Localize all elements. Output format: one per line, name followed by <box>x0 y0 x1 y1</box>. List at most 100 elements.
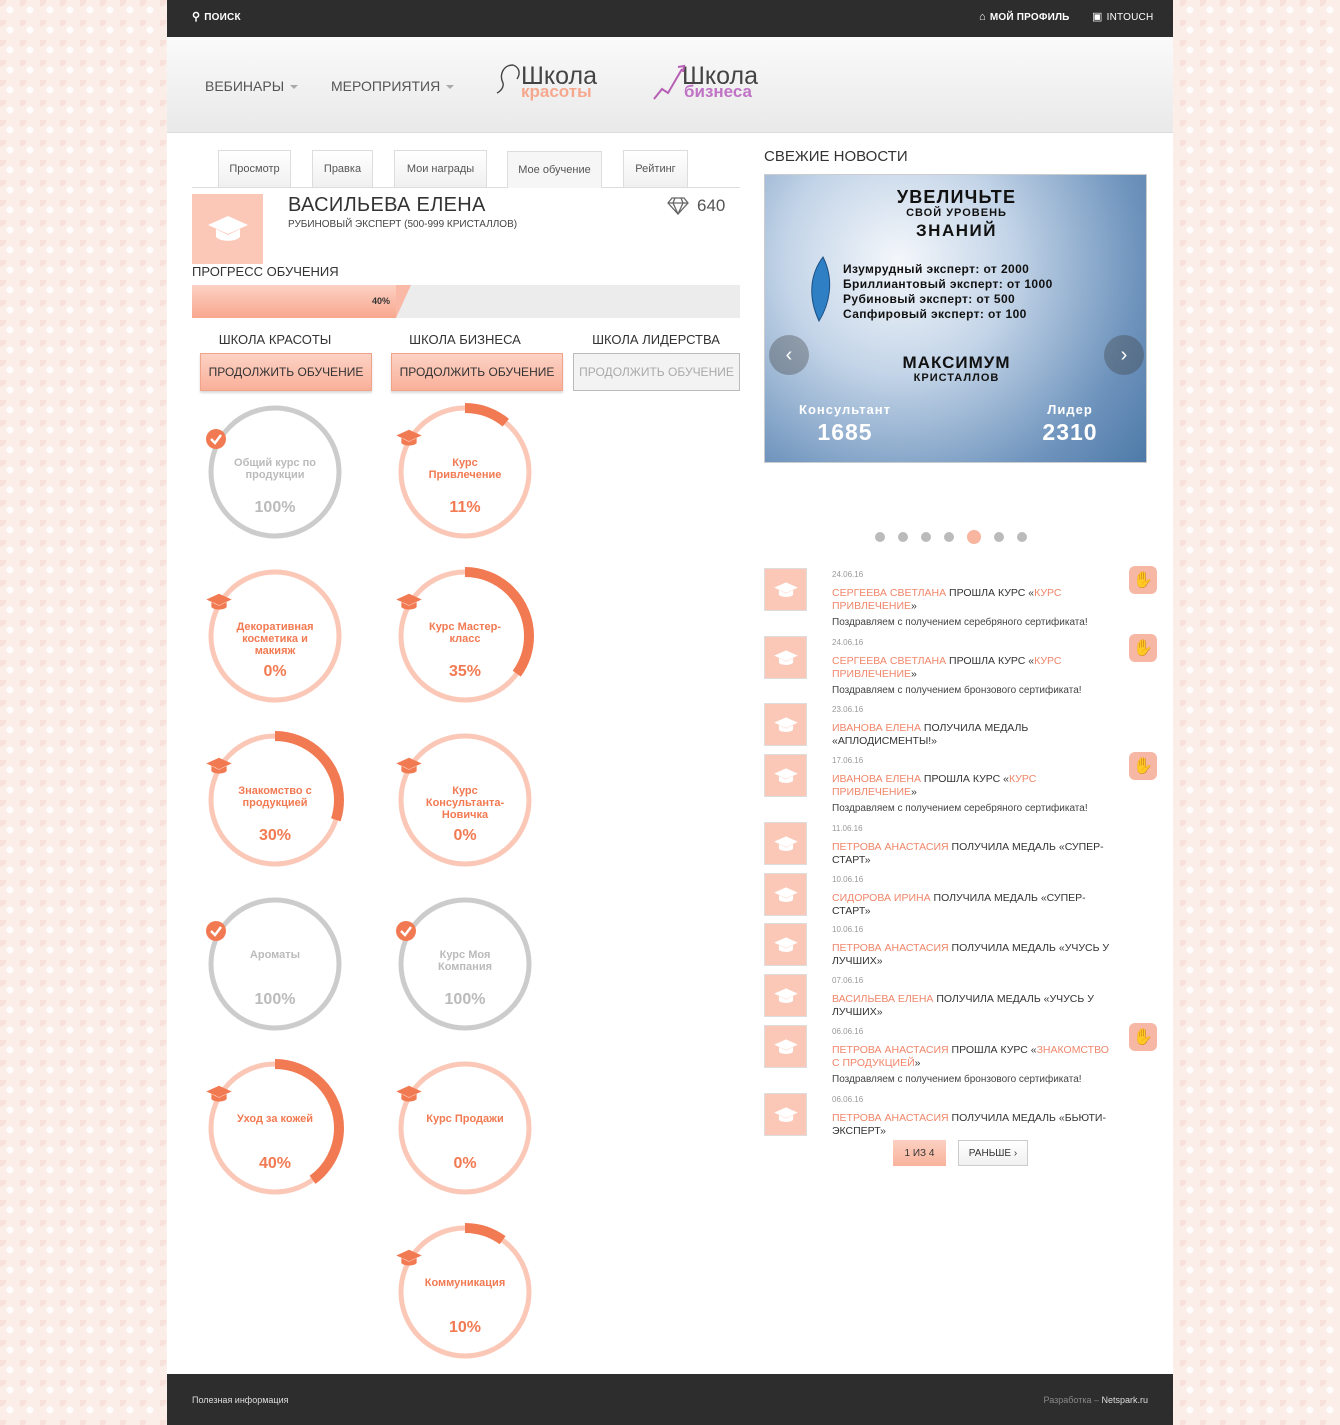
feed-user-link[interactable]: СИДОРОВА ИРИНА <box>832 892 931 904</box>
avatar[interactable] <box>764 873 807 916</box>
applause-badge[interactable]: ✋ <box>1129 752 1157 780</box>
external-link-icon: ▣ <box>1092 11 1103 23</box>
course-circle[interactable]: Курс Моя Компания 100% <box>395 894 535 1034</box>
slider-dot[interactable] <box>944 532 954 542</box>
tab-my-learning[interactable]: Мое обучение <box>507 151 602 188</box>
course-name: Уход за кожей <box>237 1113 313 1125</box>
slider-prev-button[interactable]: ‹ <box>769 335 809 375</box>
slide-level-2: Бриллиантовый эксперт: от 1000 <box>843 277 1053 291</box>
avatar[interactable] <box>764 923 807 966</box>
course-circle[interactable]: Курс Мастер-класс 35% <box>395 566 535 706</box>
course-name: Курс Консультанта-Новичка <box>425 785 505 821</box>
feed-text: ПЕТРОВА АНАСТАСИЯ ПОЛУЧИЛА МЕДАЛЬ «СУПЕР… <box>832 841 1114 867</box>
course-progress-ring <box>206 1059 344 1197</box>
pager-older-button[interactable]: РАНЬШЕ › <box>958 1140 1028 1166</box>
applause-badge[interactable]: ✋ <box>1129 634 1157 662</box>
avatar[interactable] <box>764 703 807 746</box>
diamond-icon <box>667 197 689 215</box>
feed-date: 10.06.16 <box>832 875 864 884</box>
feed-date: 11.06.16 <box>832 824 863 833</box>
course-name: Курс Моя Компания <box>437 949 492 973</box>
top-bar: ⚲ поиск ⌂ мой профиль ▣ INTOUCH <box>167 0 1173 37</box>
search-icon: ⚲ <box>192 11 201 23</box>
slider-dot[interactable] <box>994 532 1004 542</box>
course-circle[interactable]: Декоративная косметика и макияж 0% <box>205 566 345 706</box>
continue-business-button[interactable]: ПРОДОЛЖИТЬ ОБУЧЕНИЕ <box>391 353 563 391</box>
slider-next-button[interactable]: › <box>1104 335 1144 375</box>
footer-info-link[interactable]: Полезная информация <box>192 1395 288 1405</box>
page: ⚲ поиск ⌂ мой профиль ▣ INTOUCH ВЕБИНАРЫ… <box>167 0 1173 1425</box>
intouch-label: INTOUCH <box>1106 12 1154 23</box>
course-name: Общий курс по продукции <box>234 457 316 481</box>
avatar[interactable] <box>764 1025 807 1068</box>
course-circle[interactable]: Курс Продажи 0% <box>395 1058 535 1198</box>
tab-edit[interactable]: Правка <box>312 150 373 187</box>
profile-link[interactable]: ⌂ мой профиль <box>979 12 1070 24</box>
feed-user-link[interactable]: ПЕТРОВА АНАСТАСИЯ <box>832 841 949 853</box>
slider-dot[interactable] <box>898 532 908 542</box>
avatar[interactable] <box>764 636 807 679</box>
course-circle[interactable]: Курс Привлечение 11% <box>395 402 535 542</box>
feed-user-link[interactable]: СЕРГЕЕВА СВЕТЛАНА <box>832 587 946 599</box>
feed-date: 23.06.16 <box>832 705 864 714</box>
course-circle[interactable]: Курс Консультанта-Новичка 0% <box>395 730 535 870</box>
feed-user-link[interactable]: ВАСИЛЬЕВА ЕЛЕНА <box>832 993 933 1005</box>
logo-business-school[interactable]: Школа бизнеса <box>652 64 758 100</box>
avatar[interactable] <box>764 822 807 865</box>
avatar[interactable] <box>764 1093 807 1136</box>
chevron-right-icon: › <box>1120 343 1128 366</box>
slider-dot[interactable] <box>1017 532 1027 542</box>
footer-dev-label: Разработка – <box>1043 1395 1102 1405</box>
intouch-link[interactable]: ▣ INTOUCH <box>1092 11 1154 24</box>
pager-current[interactable]: 1 ИЗ 4 <box>893 1140 946 1166</box>
feed-user-link[interactable]: СЕРГЕЕВА СВЕТЛАНА <box>832 655 946 667</box>
feed-user-link[interactable]: ПЕТРОВА АНАСТАСИЯ <box>832 1112 949 1124</box>
slide-line-1: УВЕЛИЧЬТЕ <box>896 187 1017 207</box>
profile-label: мой профиль <box>989 12 1070 23</box>
slide-level-3: Рубиновый эксперт: от 500 <box>843 292 1016 306</box>
course-circle[interactable]: Общий курс по продукции 100% <box>205 402 345 542</box>
school-title-business: ШКОЛА БИЗНЕСА <box>409 332 521 347</box>
nav-webinars-label: ВЕБИНАРЫ <box>205 78 285 94</box>
continue-beauty-button[interactable]: ПРОДОЛЖИТЬ ОБУЧЕНИЕ <box>200 353 372 391</box>
course-circle[interactable]: Уход за кожей 40% <box>205 1058 345 1198</box>
avatar[interactable] <box>764 974 807 1017</box>
applause-badge[interactable]: ✋ <box>1129 1023 1157 1051</box>
progress-fill <box>192 285 411 318</box>
applause-badge[interactable]: ✋ <box>1129 566 1157 594</box>
nav-events[interactable]: МЕРОПРИЯТИЯ <box>331 78 455 94</box>
crystal-value: 640 <box>697 196 726 215</box>
course-circle[interactable]: Ароматы 100% <box>205 894 345 1034</box>
crystal-count: 640 <box>667 196 725 216</box>
tab-awards[interactable]: Мои награды <box>394 150 487 187</box>
footer-dev-link[interactable]: Netspark.ru <box>1101 1395 1148 1405</box>
course-circle[interactable]: Коммуникация 10% <box>395 1222 535 1362</box>
course-circle[interactable]: Знакомство с продукцией 30% <box>205 730 345 870</box>
progress-title: ПРОГРЕСС ОБУЧЕНИЯ <box>192 264 339 279</box>
graduation-cap-icon <box>773 886 798 902</box>
nav-webinars[interactable]: ВЕБИНАРЫ <box>205 78 299 94</box>
graduation-cap-icon <box>773 1038 798 1054</box>
logo-beauty-school[interactable]: Школа красоты <box>496 64 597 100</box>
chart-up-icon <box>653 64 686 100</box>
course-name: Декоративная косметика и макияж <box>236 621 314 657</box>
feed-user-link[interactable]: ПЕТРОВА АНАСТАСИЯ <box>832 1044 949 1056</box>
course-percent: 40% <box>258 1155 292 1172</box>
feed-user-link[interactable]: ИВАНОВА ЕЛЕНА <box>832 722 921 734</box>
continue-leadership-button[interactable]: ПРОДОЛЖИТЬ ОБУЧЕНИЕ <box>573 353 740 391</box>
avatar[interactable] <box>764 568 807 611</box>
slider-dot[interactable] <box>875 532 885 542</box>
tab-view[interactable]: Просмотр <box>218 150 291 187</box>
feed-congrats: Поздравляем с получением серебряного сер… <box>832 803 1088 814</box>
feed-user-link[interactable]: ПЕТРОВА АНАСТАСИЯ <box>832 942 949 954</box>
course-percent: 0% <box>453 1155 477 1172</box>
slider-dot[interactable] <box>921 532 931 542</box>
progress-label: 40% <box>372 296 391 306</box>
avatar[interactable] <box>764 754 807 797</box>
tab-rating[interactable]: Рейтинг <box>623 150 688 187</box>
search-link[interactable]: ⚲ поиск <box>192 11 241 24</box>
feed-user-link[interactable]: ИВАНОВА ЕЛЕНА <box>832 773 921 785</box>
course-progress-ring <box>208 897 342 1031</box>
slider-dot[interactable] <box>967 530 981 544</box>
slide-level-4: Сапфировый эксперт: от 100 <box>843 307 1027 321</box>
